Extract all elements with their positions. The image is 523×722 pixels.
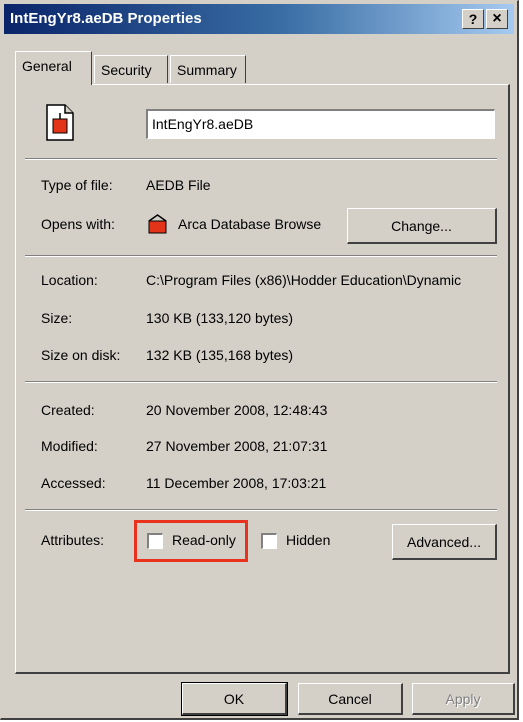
attributes-label: Attributes: [41,532,105,548]
separator [25,255,497,257]
hidden-checkbox[interactable] [261,533,277,549]
hidden-label[interactable]: Hidden [286,532,330,548]
tab-summary[interactable]: Summary [170,55,246,83]
modified-label: Modified: [41,438,98,454]
separator [25,158,497,160]
accessed-value: 11 December 2008, 17:03:21 [146,475,327,491]
size-label: Size: [41,310,73,326]
cancel-button[interactable]: Cancel [298,683,403,715]
tab-security[interactable]: Security [94,55,168,83]
apply-button[interactable]: Apply [412,683,515,715]
properties-dialog: IntEngYr8.aeDB Properties ? × General Se… [0,0,519,720]
modified-value: 27 November 2008, 21:07:31 [146,438,328,454]
separator [25,509,497,511]
app-icon [146,213,172,238]
separator [25,381,497,383]
type-value: AEDB File [146,177,211,193]
tab-general[interactable]: General [15,51,92,85]
advanced-button[interactable]: Advanced... [392,524,497,560]
title-bar[interactable]: IntEngYr8.aeDB Properties ? × [4,4,514,34]
ok-button[interactable]: OK [181,682,288,716]
created-label: Created: [41,402,95,418]
window-title: IntEngYr8.aeDB Properties [10,10,202,27]
file-name-input[interactable]: IntEngYr8.aeDB [146,109,495,139]
close-button[interactable]: × [486,9,508,29]
size-on-disk-value: 132 KB (135,168 bytes) [146,347,294,363]
read-only-highlight [134,520,248,562]
type-label: Type of file: [41,177,113,193]
size-on-disk-label: Size on disk: [41,347,121,363]
size-value: 130 KB (133,120 bytes) [146,310,294,326]
accessed-label: Accessed: [41,475,106,491]
opens-with-value: Arca Database Browse [178,216,322,232]
general-panel [15,84,510,674]
opens-with-label: Opens with: [41,216,115,232]
location-value: C:\Program Files (x86)\Hodder Education\… [146,272,462,288]
file-icon [45,102,75,145]
location-label: Location: [41,272,98,288]
created-value: 20 November 2008, 12:48:43 [146,402,328,418]
change-button[interactable]: Change... [347,208,497,244]
help-button[interactable]: ? [462,9,484,29]
